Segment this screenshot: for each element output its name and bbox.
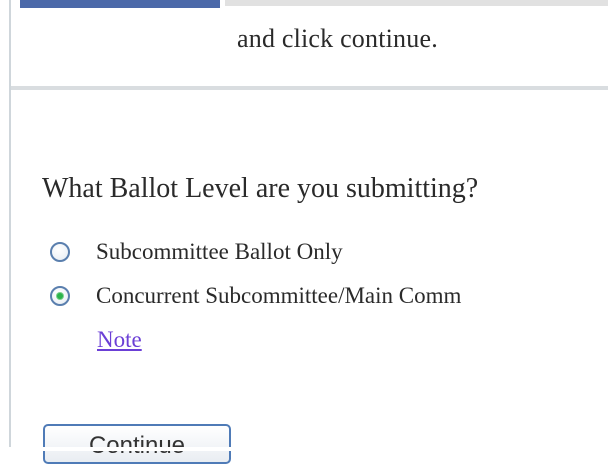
- continue-button[interactable]: Continue: [43, 424, 231, 464]
- instruction-text: and click continue.: [237, 24, 438, 53]
- bottom-edge: [0, 447, 608, 451]
- ballot-level-question: What Ballot Level are you submitting?: [42, 173, 479, 204]
- header-logo-strip: [20, 0, 220, 8]
- section-divider: [11, 86, 608, 90]
- header-cut-text: [225, 0, 608, 6]
- radio-subcommittee-only[interactable]: [50, 242, 70, 262]
- radio-selected-dot: [57, 293, 63, 299]
- note-link[interactable]: Note: [97, 327, 142, 353]
- radio-concurrent[interactable]: [50, 286, 70, 306]
- option-label: Subcommittee Ballot Only: [96, 239, 343, 264]
- option-label: Concurrent Subcommittee/Main Comm: [96, 283, 462, 308]
